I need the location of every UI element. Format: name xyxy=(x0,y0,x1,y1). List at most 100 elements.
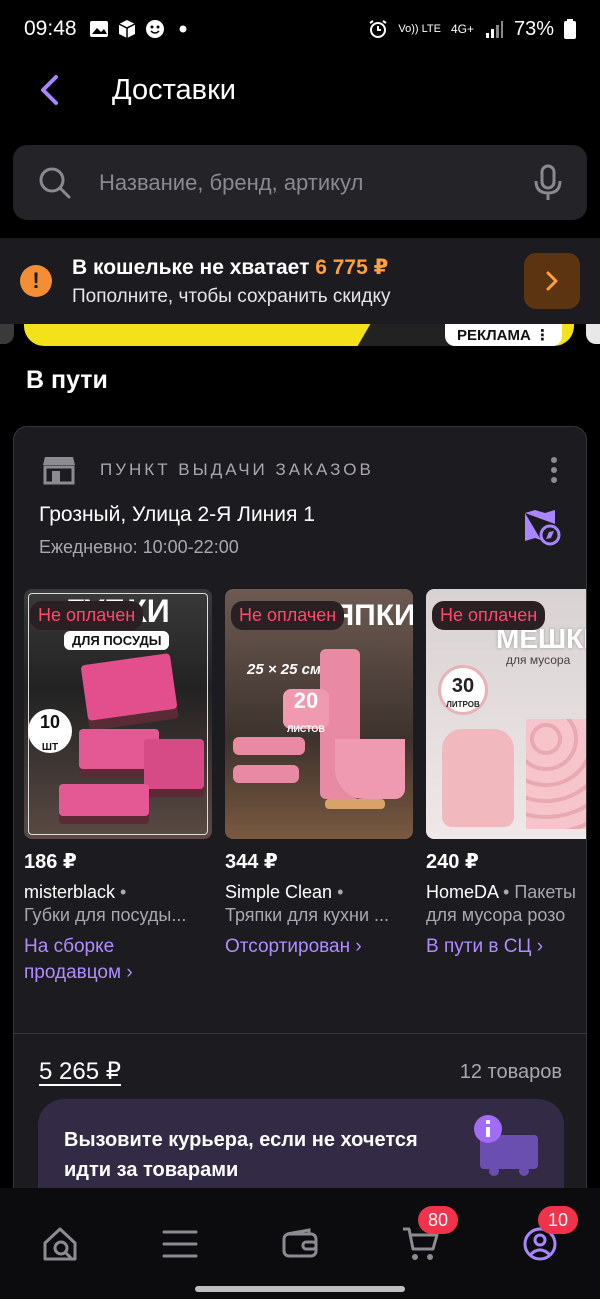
product-image[interactable]: МЕШКИ для мусора 30ЛИТРОВ Не оплачен xyxy=(426,589,586,839)
home-indicator[interactable] xyxy=(195,1286,405,1292)
image-unit: ЛИСТОВ xyxy=(287,724,325,734)
search-icon xyxy=(39,167,71,198)
alarm-icon xyxy=(369,20,387,38)
product-card[interactable]: ГУБКИ ДЛЯ ПОСУДЫ 10ШТ Не оплачен 186 ₽ m… xyxy=(24,589,212,986)
nav-wallet[interactable] xyxy=(270,1214,330,1274)
product-brand: Simple Clean • xyxy=(225,882,344,902)
image-count: 30 xyxy=(451,675,475,697)
bottom-navigation: 80 10 xyxy=(0,1188,600,1299)
courier-text: Вызовите курьера, если не хочется идти з… xyxy=(64,1129,418,1181)
app-header: Доставки xyxy=(0,58,600,122)
wallet-warning-banner[interactable]: ! В кошельке не хватает 6 775 ₽ Пополнит… xyxy=(0,238,600,324)
notification-dot-icon xyxy=(179,25,187,33)
back-arrow-icon xyxy=(41,75,58,105)
image-subhead: ДЛЯ ПОСУДЫ xyxy=(64,631,170,650)
search-input[interactable]: Название, бренд, артикул xyxy=(99,170,533,196)
product-status-link[interactable]: На сборке продавцом › xyxy=(24,934,212,986)
search-bar[interactable]: Название, бренд, артикул xyxy=(13,145,587,220)
ad-carousel-prev xyxy=(0,324,14,344)
product-status-link[interactable]: Отсортирован › xyxy=(225,934,413,960)
home-search-icon xyxy=(43,1227,77,1261)
volte-indicator: Vo)) LTE xyxy=(398,22,441,35)
image-count-badge: 30 ЛИТРОВ xyxy=(438,665,488,715)
nav-catalog[interactable] xyxy=(150,1214,210,1274)
cart-badge: 80 xyxy=(418,1206,458,1234)
feature-pill xyxy=(233,737,305,755)
menu-icon xyxy=(162,1230,198,1258)
image-subhead: 25 × 25 см xyxy=(247,661,322,678)
trash-bag-graphic xyxy=(442,729,514,827)
battery-icon xyxy=(564,19,576,39)
wallet-amount: 6 775 ₽ xyxy=(315,255,389,279)
image-count-badge: 20 ЛИСТОВ xyxy=(283,689,329,734)
ad-carousel-next xyxy=(586,324,600,344)
product-image[interactable]: ГУБКИ ДЛЯ ПОСУДЫ 10ШТ Не оплачен xyxy=(24,589,212,839)
product-card[interactable]: МЕШКИ для мусора 30ЛИТРОВ Не оплачен 240… xyxy=(426,589,586,960)
towel-sheet-graphic xyxy=(335,739,405,799)
more-vertical-icon xyxy=(551,457,557,483)
status-icons xyxy=(89,19,193,39)
feature-pill xyxy=(233,765,299,783)
product-brand: misterblack • xyxy=(24,882,127,902)
wallet-subtitle: Пополните, чтобы сохранить скидку xyxy=(72,285,391,307)
pickup-address: Грозный, Улица 2-Я Линия 1 xyxy=(39,503,315,526)
brand-name: Simple Clean xyxy=(225,882,333,902)
map-icon[interactable] xyxy=(522,507,562,547)
nav-home[interactable] xyxy=(30,1214,90,1274)
product-description: для мусора розо xyxy=(426,905,566,925)
back-button[interactable] xyxy=(20,60,80,120)
delivery-card: ПУНКТ ВЫДАЧИ ЗАКАЗОВ Грозный, Улица 2-Я … xyxy=(13,426,587,1226)
unpaid-badge: Не оплачен xyxy=(231,601,345,630)
pickup-header: ПУНКТ ВЫДАЧИ ЗАКАЗОВ xyxy=(42,455,566,485)
page-title: Доставки xyxy=(112,73,236,106)
image-subhead: для мусора xyxy=(506,653,571,667)
ad-label[interactable]: РЕКЛАМА ⋮ xyxy=(444,324,562,346)
product-status-link[interactable]: В пути в СЦ › xyxy=(426,934,586,960)
sponge-graphic xyxy=(59,784,149,816)
pickup-hours: Ежедневно: 10:00-22:00 xyxy=(39,537,239,557)
status-right: Vo)) LTE 4G+ 73% xyxy=(368,18,576,41)
product-description: Губки для посуды... xyxy=(24,905,187,925)
image-count: 10 xyxy=(39,712,61,732)
unpaid-badge: Не оплачен xyxy=(30,601,144,630)
image-unit: ШТ xyxy=(41,742,59,753)
wallet-text: В кошельке не хватает 6 775 ₽ Пополните,… xyxy=(72,255,524,308)
image-count-badge: 10 ШТ xyxy=(28,709,72,753)
product-image[interactable]: ТРЯПКИ 25 × 25 см 20 ЛИСТОВ Не оплачен xyxy=(225,589,413,839)
wallet-topup-button[interactable] xyxy=(524,253,580,309)
ad-label-text: РЕКЛАМА xyxy=(456,326,531,344)
wallet-icon xyxy=(282,1228,318,1258)
unpaid-badge: Не оплачен xyxy=(432,601,546,630)
description-start: Пакеты xyxy=(514,882,576,902)
wallet-title: В кошельке не хватает 6 775 ₽ xyxy=(72,255,524,280)
product-price: 240 ₽ xyxy=(426,851,479,873)
courier-truck-icon xyxy=(474,1115,538,1176)
product-description: Тряпки для кухни ... xyxy=(225,905,390,925)
divider xyxy=(14,1033,586,1034)
section-title: В пути xyxy=(26,366,108,394)
nav-cart[interactable]: 80 xyxy=(390,1206,458,1274)
more-options-button[interactable] xyxy=(542,455,566,485)
order-total[interactable]: 5 265 ₽ xyxy=(39,1057,121,1086)
product-card[interactable]: ТРЯПКИ 25 × 25 см 20 ЛИСТОВ Не оплачен 34… xyxy=(225,589,413,960)
gallery-icon xyxy=(89,21,108,37)
signal-icon xyxy=(485,21,503,38)
product-price: 344 ₽ xyxy=(225,851,278,873)
nav-profile[interactable]: 10 xyxy=(510,1206,578,1274)
ad-banner[interactable]: РЕКЛАМА ⋮ xyxy=(24,324,574,346)
sponge-graphic xyxy=(144,739,204,789)
bag-rolls-graphic xyxy=(526,719,586,829)
microphone-icon[interactable] xyxy=(533,164,563,202)
status-time: 09:48 xyxy=(24,17,77,40)
chevron-right-icon xyxy=(546,271,558,291)
pickup-label: ПУНКТ ВЫДАЧИ ЗАКАЗОВ xyxy=(100,460,374,479)
status-bar: 09:48 Vo)) LTE 4G+ 73% xyxy=(0,0,600,58)
holder-base-graphic xyxy=(325,799,385,809)
brand-name: HomeDA xyxy=(426,882,499,902)
battery-percent: 73% xyxy=(513,17,554,40)
network-type: 4G+ xyxy=(450,22,474,36)
product-price: 186 ₽ xyxy=(24,851,77,873)
warning-icon: ! xyxy=(20,265,52,297)
image-unit: ЛИТРОВ xyxy=(446,700,480,709)
product-carousel[interactable]: ГУБКИ ДЛЯ ПОСУДЫ 10ШТ Не оплачен 186 ₽ m… xyxy=(24,589,586,989)
